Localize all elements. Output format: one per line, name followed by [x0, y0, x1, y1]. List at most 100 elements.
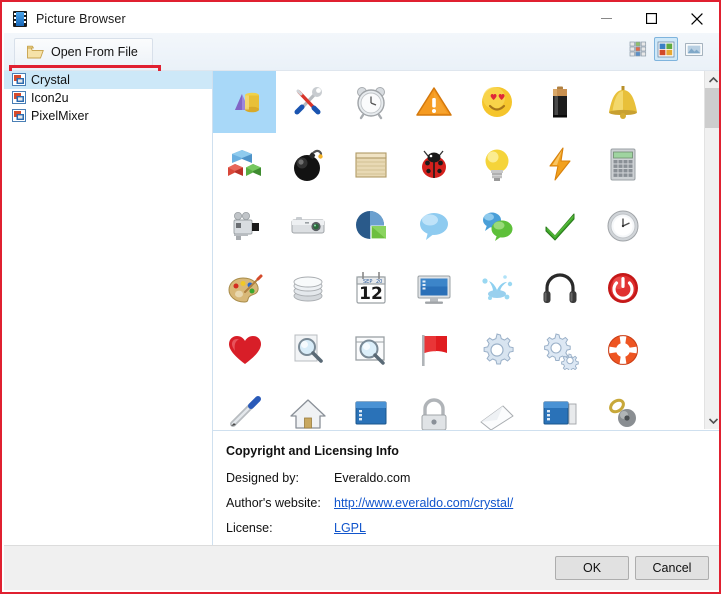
icon-cell[interactable]: [591, 195, 654, 257]
icon-cell[interactable]: [402, 381, 465, 430]
icon-cell[interactable]: [213, 381, 276, 430]
view-mode-buttons: [626, 37, 706, 61]
monitor-icon: [414, 268, 454, 308]
image-set-icon: [12, 109, 26, 123]
3d-shapes-icon: [225, 82, 265, 122]
info-row: License: LGPL: [226, 521, 719, 535]
toolbar: Open From File: [4, 33, 719, 102]
icon-cell[interactable]: [402, 257, 465, 319]
icon-grid: SEP 20 12: [213, 71, 700, 430]
icon-cell[interactable]: [591, 71, 654, 133]
icon-cell[interactable]: [276, 319, 339, 381]
icon-cell[interactable]: [339, 319, 402, 381]
icon-cell[interactable]: [591, 257, 654, 319]
medium-icons-view-button[interactable]: [654, 37, 678, 61]
small-icons-view-button[interactable]: [626, 37, 650, 61]
icon-grid-scrollbar[interactable]: [704, 71, 719, 429]
icon-cell[interactable]: [276, 71, 339, 133]
bomb-icon: [288, 144, 328, 184]
minimize-icon[interactable]: [584, 4, 629, 33]
info-row: Designed by: Everaldo.com: [226, 471, 719, 485]
info-key: License:: [226, 521, 273, 535]
two-gears-icon: [540, 330, 580, 372]
icon-cell[interactable]: [528, 381, 591, 430]
icon-cell[interactable]: [528, 195, 591, 257]
clock-icon: [603, 206, 643, 246]
scrollbar-thumb[interactable]: [705, 88, 719, 128]
icon-cell[interactable]: [213, 133, 276, 195]
colored-cubes-icon: [225, 144, 265, 184]
icon-cell[interactable]: [402, 133, 465, 195]
icon-cell[interactable]: [591, 319, 654, 381]
ok-button[interactable]: OK: [555, 556, 629, 580]
icon-cell[interactable]: [528, 257, 591, 319]
package-box-icon: [351, 144, 391, 184]
info-value: Everaldo.com: [334, 471, 411, 485]
pie-chart-icon: [351, 206, 391, 246]
icon-cell[interactable]: [276, 257, 339, 319]
red-flag-icon: [414, 330, 454, 370]
icon-cell[interactable]: [339, 381, 402, 430]
large-preview-view-button[interactable]: [682, 37, 706, 61]
sidebar-item-crystal[interactable]: Crystal: [4, 71, 212, 89]
sidebar-item-pixelmixer[interactable]: PixelMixer: [4, 107, 212, 125]
icon-cell[interactable]: [528, 319, 591, 381]
close-icon[interactable]: [674, 4, 719, 33]
bell-icon: [603, 82, 643, 122]
warning-triangle-icon: [414, 82, 454, 122]
icon-cell[interactable]: [402, 195, 465, 257]
maximize-icon[interactable]: [629, 4, 674, 33]
heart-icon: [225, 330, 265, 370]
window-controls: [584, 4, 719, 33]
sidebar-item-icon2u[interactable]: Icon2u: [4, 89, 212, 107]
icon-cell[interactable]: [528, 71, 591, 133]
gear-icon: [477, 330, 517, 370]
two-speech-bubbles-icon: [477, 206, 517, 246]
icon-cell[interactable]: [402, 71, 465, 133]
icon-cell[interactable]: [528, 133, 591, 195]
image-set-list: Crystal Icon2u PixelMixer: [4, 71, 212, 592]
icon-cell[interactable]: [465, 257, 528, 319]
power-button-icon: [603, 268, 643, 308]
scroll-up-icon[interactable]: [705, 71, 719, 88]
icon-cell[interactable]: [213, 71, 276, 133]
home-icon: [288, 392, 328, 430]
photo-camera-icon: [288, 206, 328, 246]
icon-cell[interactable]: [276, 195, 339, 257]
icon-cell[interactable]: [465, 319, 528, 381]
scroll-down-icon[interactable]: [705, 412, 719, 429]
icon-cell[interactable]: [465, 71, 528, 133]
icon-cell[interactable]: [213, 257, 276, 319]
zoom-document-icon: [288, 330, 328, 370]
icon-cell[interactable]: [339, 133, 402, 195]
icon-cell[interactable]: [276, 133, 339, 195]
sidebar-item-label: Icon2u: [31, 91, 69, 105]
svg-text:12: 12: [359, 284, 383, 304]
icon-cell[interactable]: [465, 133, 528, 195]
ladybug-icon: [414, 144, 454, 184]
icon-cell[interactable]: SEP 20 12: [339, 257, 402, 319]
open-from-file-button[interactable]: Open From File: [14, 38, 153, 66]
light-bulb-icon: [477, 144, 517, 184]
life-preserver-icon: [603, 330, 643, 370]
icon-cell[interactable]: [402, 319, 465, 381]
icon-cell[interactable]: [339, 195, 402, 257]
icon-cell[interactable]: [339, 71, 402, 133]
info-panel-title: Copyright and Licensing Info: [226, 444, 399, 458]
copyright-info-panel: Copyright and Licensing Info Designed by…: [212, 431, 719, 549]
icon-cell[interactable]: [276, 381, 339, 430]
icon-cell[interactable]: [465, 195, 528, 257]
smiley-heart-eyes-icon: [477, 82, 517, 122]
icon-cell[interactable]: [213, 195, 276, 257]
icon-cell[interactable]: [591, 133, 654, 195]
cancel-button[interactable]: Cancel: [635, 556, 709, 580]
license-link[interactable]: LGPL: [334, 521, 366, 535]
alarm-clock-icon: [351, 82, 391, 122]
icon-cell[interactable]: [591, 381, 654, 430]
water-splash-icon: [477, 268, 517, 308]
author-website-link[interactable]: http://www.everaldo.com/crystal/: [334, 496, 513, 510]
pen-icon: [225, 392, 265, 430]
icon-cell[interactable]: [465, 381, 528, 430]
icon-cell[interactable]: [213, 319, 276, 381]
sidebar-item-label: Crystal: [31, 73, 70, 87]
